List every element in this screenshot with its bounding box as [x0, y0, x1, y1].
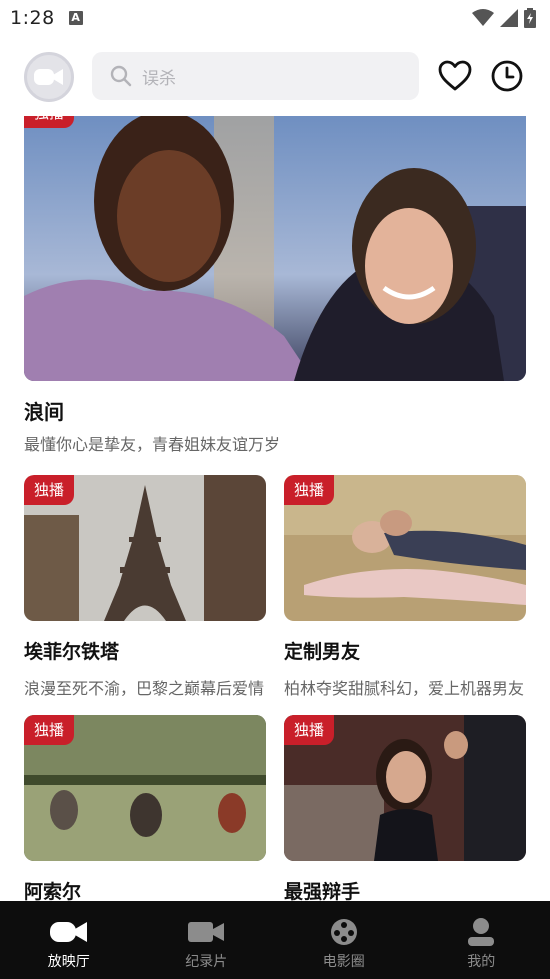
feature-description: 最懂你心是挚友，青春姐妹友谊万岁: [24, 435, 281, 454]
exclusive-badge: 独播: [284, 475, 335, 505]
exclusive-badge: 独播: [284, 715, 335, 745]
movie-poster: 独播: [24, 715, 266, 861]
camera-icon: [49, 917, 88, 947]
search-icon: [110, 65, 132, 87]
movie-card[interactable]: 独播 埃菲尔铁塔 浪漫至死不渝，巴黎之巅幕后爱情: [24, 475, 266, 699]
heart-icon[interactable]: [437, 58, 473, 94]
movie-card[interactable]: 独播 最强辩手: [284, 715, 526, 904]
top-bar: 误杀: [0, 50, 550, 104]
wifi-icon: [472, 9, 494, 26]
exclusive-badge: 独播: [24, 715, 75, 745]
feature-image: [24, 116, 526, 381]
nav-item-screening-hall[interactable]: 放映厅: [0, 901, 138, 979]
battery-icon: [524, 8, 536, 28]
status-bar: 1:28 A: [0, 0, 550, 36]
movie-title: 定制男友: [284, 641, 361, 663]
nav-item-mine[interactable]: 我的: [413, 901, 550, 979]
search-input[interactable]: 误杀: [92, 52, 419, 100]
movie-poster: 独播: [284, 715, 526, 861]
movie-description: 浪漫至死不渝，巴黎之巅幕后爱情: [24, 679, 265, 698]
status-time: 1:28: [10, 7, 55, 29]
nav-item-movie-circle[interactable]: 电影圈: [275, 901, 413, 979]
film-reel-icon: [325, 917, 363, 947]
camera-icon: [34, 69, 63, 85]
bottom-nav: 放映厅 纪录片 电影圈 我的: [0, 901, 550, 979]
video-icon: [187, 917, 225, 947]
notification-a-icon: A: [68, 11, 83, 25]
feature-banner[interactable]: 独播: [24, 116, 526, 381]
movie-card[interactable]: 独播 阿索尔: [24, 715, 266, 904]
nav-item-documentary[interactable]: 纪录片: [138, 901, 276, 979]
nav-label: 放映厅: [47, 954, 90, 970]
movie-poster: 独播: [24, 475, 266, 621]
feature-title[interactable]: 浪间: [24, 396, 64, 425]
movie-poster: 独播: [284, 475, 526, 621]
movie-title: 埃菲尔铁塔: [24, 641, 120, 663]
movie-title: 阿索尔: [24, 881, 82, 903]
clock-icon[interactable]: [489, 58, 525, 94]
exclusive-badge: 独播: [24, 475, 75, 505]
search-placeholder: 误杀: [142, 68, 176, 89]
movie-title: 最强辩手: [284, 881, 361, 903]
person-icon: [462, 917, 500, 947]
nav-label: 纪录片: [185, 954, 228, 970]
nav-label: 我的: [467, 954, 496, 970]
avatar[interactable]: [24, 52, 74, 102]
nav-label: 电影圈: [322, 954, 365, 970]
movie-card[interactable]: 独播 定制男友 柏林夺奖甜腻科幻，爱上机器男友: [284, 475, 526, 699]
signal-icon: [500, 9, 518, 27]
movie-description: 柏林夺奖甜腻科幻，爱上机器男友: [284, 679, 525, 698]
exclusive-badge: 独播: [24, 116, 75, 128]
